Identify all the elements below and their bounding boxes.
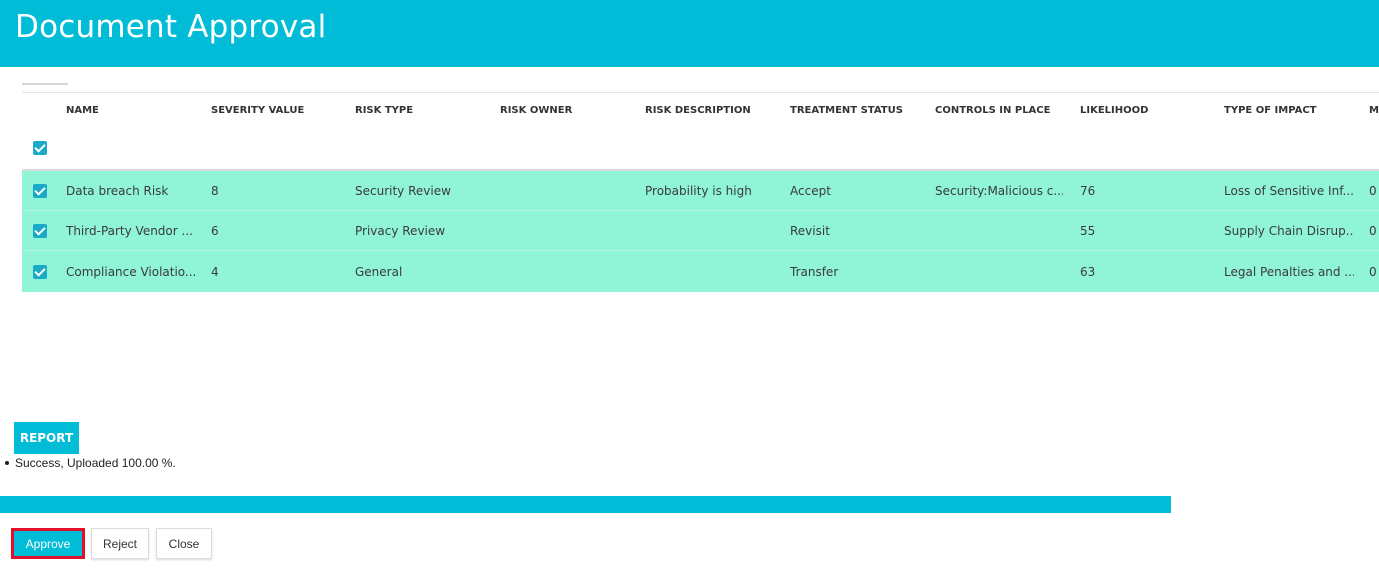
- row-checkbox[interactable]: [33, 183, 47, 198]
- reject-button[interactable]: Reject: [91, 528, 149, 559]
- cell-m: 0: [1369, 264, 1377, 279]
- cell-risk-type: Privacy Review: [355, 223, 446, 238]
- column-header-risk-owner[interactable]: RISK OWNER: [500, 93, 630, 127]
- upload-progress-bar: [0, 496, 1171, 513]
- cell-risk-type: General: [355, 264, 403, 279]
- cell-risk-owner: [500, 251, 630, 292]
- column-header-name[interactable]: NAME: [66, 93, 196, 127]
- column-header-controls-in-place[interactable]: CONTROLS IN PLACE: [935, 93, 1063, 127]
- select-all-row: [22, 127, 1379, 171]
- cell-likelihood: 76: [1080, 183, 1096, 198]
- cell-severity-value: 4: [211, 264, 219, 279]
- cell-type-of-impact: Supply Chain Disrup...: [1224, 223, 1354, 238]
- cell-name: Third-Party Vendor ...: [66, 223, 193, 238]
- cell-risk-description: Probability is high: [645, 183, 752, 198]
- select-all-checkbox[interactable]: [33, 141, 47, 155]
- column-header-m[interactable]: M: [1369, 93, 1379, 127]
- bullet-icon: [5, 460, 9, 465]
- cell-likelihood: 55: [1080, 223, 1096, 238]
- row-checkbox[interactable]: [33, 264, 47, 279]
- cell-risk-type: Security Review: [355, 183, 451, 198]
- column-header-severity-value[interactable]: SEVERITY VALUE: [211, 93, 341, 127]
- cell-treatment-status: Accept: [790, 183, 831, 198]
- column-header-treatment-status[interactable]: TREATMENT STATUS: [790, 93, 920, 127]
- cell-risk-owner: [500, 171, 630, 210]
- approve-button[interactable]: Approve: [11, 528, 85, 559]
- table-row[interactable]: Data breach Risk 8 Security Review Proba…: [22, 171, 1379, 211]
- cell-controls-in-place: Security:Malicious c...: [935, 183, 1063, 198]
- column-header-risk-type[interactable]: RISK TYPE: [355, 93, 485, 127]
- cell-treatment-status: Transfer: [790, 264, 839, 279]
- report-message: Success, Uploaded 100.00 %.: [15, 456, 176, 470]
- risk-table: NAME SEVERITY VALUE RISK TYPE RISK OWNER…: [22, 93, 1379, 292]
- cell-severity-value: 6: [211, 223, 219, 238]
- cell-likelihood: 63: [1080, 264, 1096, 279]
- column-header-type-of-impact[interactable]: TYPE OF IMPACT: [1224, 93, 1354, 127]
- cell-risk-description: [645, 211, 780, 250]
- cell-risk-owner: [500, 211, 630, 250]
- cell-treatment-status: Revisit: [790, 223, 830, 238]
- tab-indicator: [22, 83, 68, 85]
- cell-controls-in-place: [935, 251, 1063, 292]
- row-checkbox[interactable]: [33, 223, 47, 238]
- column-header-likelihood[interactable]: LIKELIHOOD: [1080, 93, 1210, 127]
- column-header-risk-description[interactable]: RISK DESCRIPTION: [645, 93, 780, 127]
- cell-name: Compliance Violatio...: [66, 264, 196, 279]
- page-title: Document Approval: [15, 9, 327, 45]
- table-row[interactable]: Compliance Violatio... 4 General Transfe…: [22, 251, 1379, 292]
- cell-type-of-impact: Loss of Sensitive Inf...: [1224, 183, 1354, 198]
- table-header-row: NAME SEVERITY VALUE RISK TYPE RISK OWNER…: [22, 93, 1379, 127]
- cell-name: Data breach Risk: [66, 183, 169, 198]
- report-messages: Success, Uploaded 100.00 %.: [5, 456, 176, 470]
- table-row[interactable]: Third-Party Vendor ... 6 Privacy Review …: [22, 211, 1379, 251]
- cell-severity-value: 8: [211, 183, 219, 198]
- report-label: REPORT: [14, 422, 79, 454]
- cell-m: 0: [1369, 183, 1377, 198]
- close-button[interactable]: Close: [156, 528, 212, 559]
- cell-risk-description: [645, 251, 780, 292]
- cell-type-of-impact: Legal Penalties and ...: [1224, 264, 1354, 279]
- cell-controls-in-place: [935, 211, 1063, 250]
- app-header: Document Approval: [0, 0, 1379, 67]
- cell-m: 0: [1369, 223, 1377, 238]
